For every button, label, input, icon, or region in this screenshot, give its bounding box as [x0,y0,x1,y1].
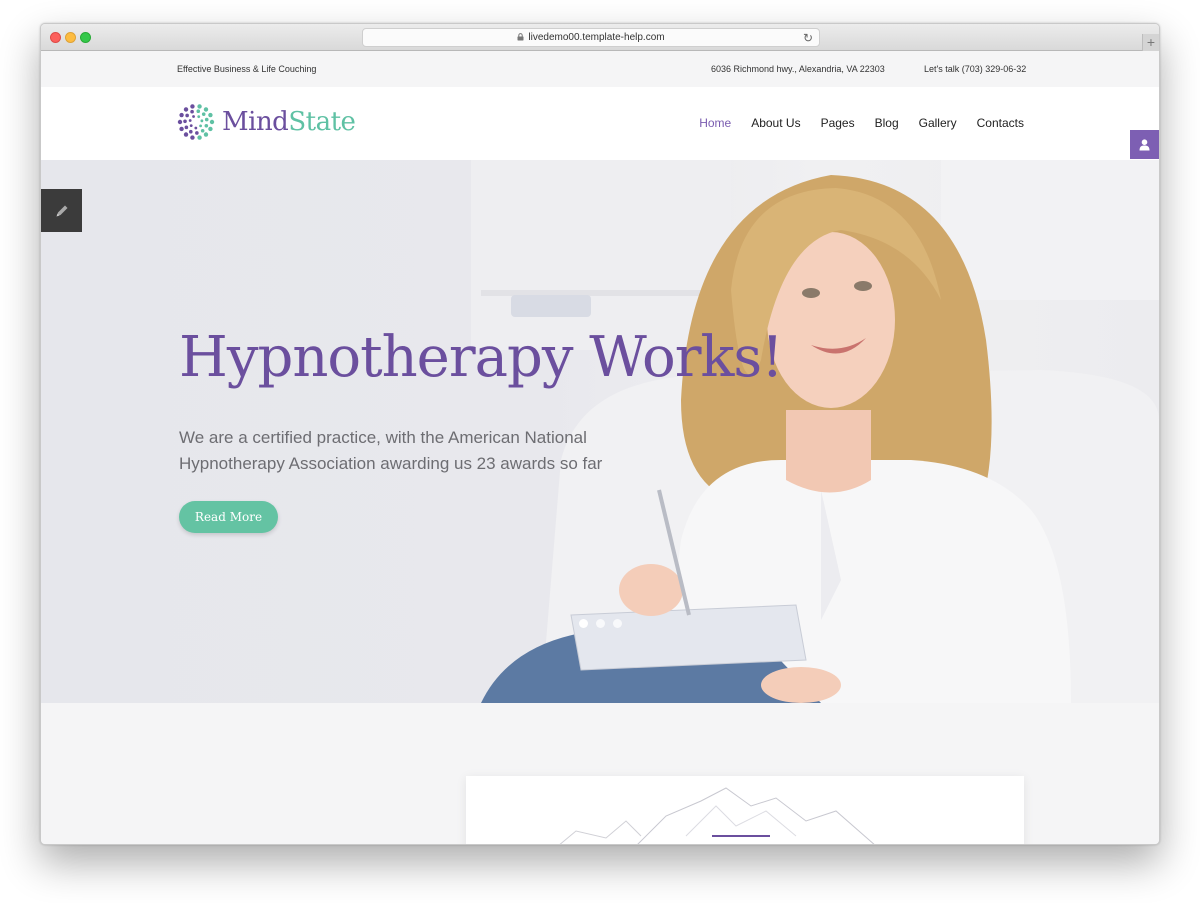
logo-dot [197,104,202,109]
logo-dot [183,119,187,124]
logo-dot [185,113,189,118]
phone-text[interactable]: Let's talk (703) 329-06-32 [924,64,1026,74]
nav-contacts[interactable]: Contacts [977,116,1024,130]
nav-gallery[interactable]: Gallery [919,116,957,130]
web-page: Effective Business & Life Couching 6036 … [41,51,1159,844]
logo-dot [183,132,189,137]
plus-icon[interactable]: + [1142,34,1159,51]
logo-dot [188,129,193,134]
content-section [41,703,1159,844]
logo-dot [203,132,209,137]
nav-blog[interactable]: Blog [875,116,899,130]
slider-dot-3[interactable] [613,619,622,628]
logo-dot [200,119,204,123]
logo-dot [195,131,199,135]
site-header: MindState Home About Us Pages Blog Galle… [41,87,1159,160]
read-more-button[interactable]: Read More [179,501,278,533]
logo-dot [208,112,213,118]
logo-dot [201,112,206,116]
logo-dot [208,126,213,132]
logo-dot [190,104,195,109]
logo-dot [183,107,189,112]
zoom-window-button[interactable] [80,32,91,43]
address-bar[interactable]: livedemo00.template-help.com ↻ [362,28,820,47]
logo-dot [190,109,194,114]
logo-dot [179,126,184,132]
logo-dot [190,135,195,140]
slider-dots [579,619,622,628]
hero-title: Hypnotherapy Works! [179,325,784,390]
logo-dot [199,124,202,128]
browser-window: livedemo00.template-help.com ↻ + Effecti… [40,23,1160,845]
main-nav: Home About Us Pages Blog Gallery Contact… [679,116,1024,130]
logo-dot [189,124,193,128]
logo-dot [196,109,201,114]
user-icon [1139,138,1150,150]
logo-dot [179,112,184,118]
logo-dot [194,126,198,130]
tagline: Effective Business & Life Couching [177,64,317,74]
nav-home[interactable]: Home [699,116,731,130]
reload-icon[interactable]: ↻ [803,30,813,46]
nav-pages[interactable]: Pages [821,116,855,130]
logo-dot [209,119,215,125]
logo-dot [200,128,205,133]
edit-button[interactable] [41,189,82,232]
account-button[interactable] [1130,130,1159,159]
nav-about-us[interactable]: About Us [751,116,800,130]
close-window-button[interactable] [50,32,61,43]
logo-dot [177,119,183,125]
url-text: livedemo00.template-help.com [528,32,665,43]
lock-icon [517,33,524,41]
slider-dot-1[interactable] [579,619,588,628]
feature-card [466,776,1024,844]
card-divider [712,835,770,837]
hero-slider: Hypnotherapy Works! We are a certified p… [41,160,1159,703]
logo-dot [204,117,209,122]
minimize-window-button[interactable] [65,32,76,43]
slider-dot-2[interactable] [596,619,605,628]
logo-dot [197,115,201,119]
browser-toolbar: livedemo00.template-help.com ↻ + [41,24,1159,51]
address-text: 6036 Richmond hwy., Alexandria, VA 22303 [711,64,885,74]
pencil-icon [56,205,67,216]
logo-icon [177,104,215,140]
logo-dot [192,115,195,118]
logo-dot [197,135,202,140]
logo-dot [204,123,209,128]
top-info-bar: Effective Business & Life Couching 6036 … [41,51,1159,87]
site-logo[interactable]: MindState [177,103,356,141]
logo-text: MindState [222,107,356,137]
logo-dot [184,125,189,130]
hero-text: We are a certified practice, with the Am… [179,428,603,473]
logo-dot [203,107,209,112]
logo-dot [188,119,192,122]
